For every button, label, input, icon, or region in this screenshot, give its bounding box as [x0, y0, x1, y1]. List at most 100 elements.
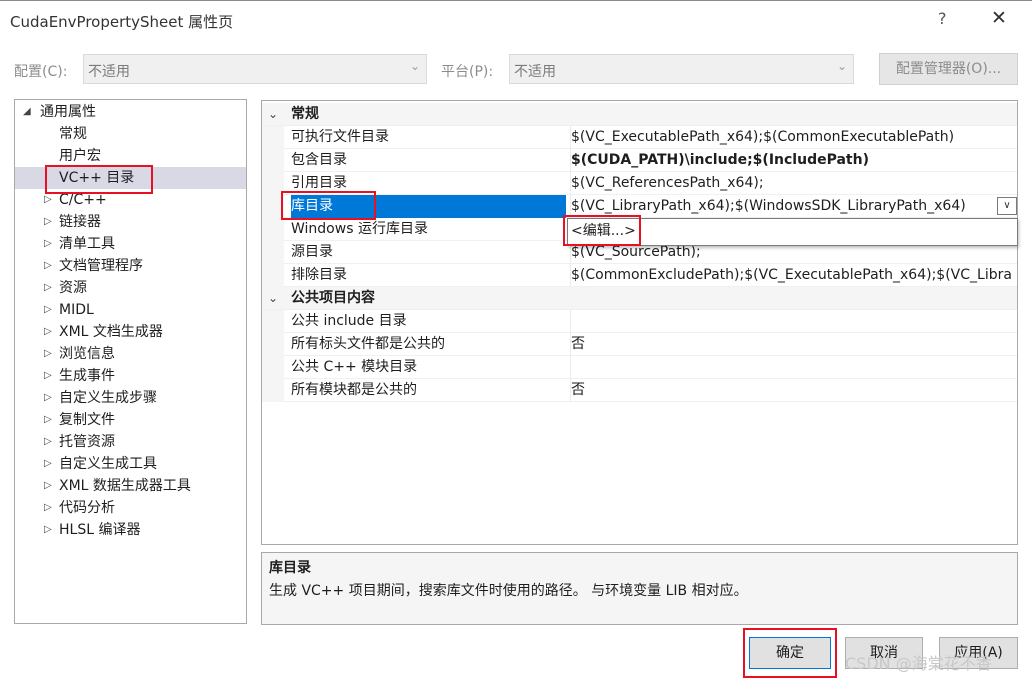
- tree-item-label: 自定义生成步骤: [59, 390, 157, 406]
- collapsed-icon: ▷: [44, 260, 52, 271]
- row-gutter: [262, 356, 284, 379]
- tree-item-label: 浏览信息: [59, 346, 115, 362]
- dropdown-button[interactable]: ∨: [997, 197, 1017, 215]
- platform-value: 不适用: [514, 64, 556, 80]
- description-title: 库目录: [269, 560, 311, 576]
- property-name: 所有模块都是公共的: [291, 382, 417, 398]
- property-row[interactable]: 所有标头文件都是公共的 否: [262, 333, 1017, 356]
- tree-item[interactable]: ▷ 自定义生成步骤: [15, 387, 246, 409]
- tree-item-label: XML 数据生成器工具: [59, 478, 191, 494]
- category-label: 常规: [291, 106, 319, 122]
- tree-item-label: HLSL 编译器: [59, 522, 141, 538]
- chevron-down-icon: ⌄: [409, 59, 420, 73]
- description-text: 生成 VC++ 项目期间，搜索库文件时使用的路径。 与环境变量 LIB 相对应。: [269, 583, 748, 599]
- expanded-icon: ◢: [23, 106, 31, 117]
- window-title: CudaEnvPropertySheet 属性页: [10, 13, 234, 31]
- tree-item[interactable]: ▷ 自定义生成工具: [15, 453, 246, 475]
- category-public[interactable]: ⌄ 公共项目内容: [262, 287, 1017, 310]
- property-value[interactable]: $(VC_ReferencesPath_x64);: [570, 172, 1017, 195]
- property-grid: ⌄ 常规 可执行文件目录 $(VC_ExecutablePath_x64);$(…: [261, 100, 1018, 545]
- tree-item[interactable]: ▷ XML 数据生成器工具: [15, 475, 246, 497]
- tree-item[interactable]: ▷ 托管资源: [15, 431, 246, 453]
- property-row[interactable]: 可执行文件目录 $(VC_ExecutablePath_x64);$(Commo…: [262, 126, 1017, 149]
- row-gutter: [262, 218, 284, 241]
- property-value: $(VC_LibraryPath_x64);$(WindowsSDK_Libra…: [571, 198, 966, 214]
- tree-item-selected[interactable]: VC++ 目录: [15, 167, 246, 189]
- collapsed-icon: ▷: [44, 326, 52, 337]
- property-row[interactable]: 公共 C++ 模块目录: [262, 356, 1017, 379]
- tree-item[interactable]: 常规: [15, 123, 246, 145]
- property-name: 公共 include 目录: [291, 313, 407, 329]
- collapsed-icon: ▷: [44, 502, 52, 513]
- tree-item[interactable]: ▷ 复制文件: [15, 409, 246, 431]
- property-row[interactable]: 引用目录 $(VC_ReferencesPath_x64);: [262, 172, 1017, 195]
- category-general[interactable]: ⌄ 常规: [262, 103, 1017, 126]
- tree-item-label: 生成事件: [59, 368, 115, 384]
- property-value[interactable]: 否: [570, 333, 1017, 356]
- chevron-down-icon: ⌄: [836, 59, 847, 73]
- tree-item[interactable]: ▷ MIDL: [15, 299, 246, 321]
- tree-item[interactable]: ▷ C/C++: [15, 189, 246, 211]
- collapsed-icon: ▷: [44, 436, 52, 447]
- property-value[interactable]: [570, 356, 1017, 379]
- tree-item[interactable]: ▷ 生成事件: [15, 365, 246, 387]
- tree-item[interactable]: ▷ 资源: [15, 277, 246, 299]
- help-icon[interactable]: ?: [938, 9, 947, 28]
- tree-item[interactable]: ▷ 文档管理程序: [15, 255, 246, 277]
- property-value[interactable]: [570, 310, 1017, 333]
- tree-root-label: 通用属性: [40, 104, 96, 120]
- property-value[interactable]: $(VC_ExecutablePath_x64);$(CommonExecuta…: [570, 126, 1017, 149]
- collapsed-icon: ▷: [44, 238, 52, 249]
- title-bar: CudaEnvPropertySheet 属性页 ? ✕: [0, 0, 1032, 40]
- platform-select[interactable]: 不适用 ⌄: [509, 54, 854, 84]
- category-label: 公共项目内容: [291, 290, 375, 306]
- tree-item[interactable]: ▷ 代码分析: [15, 497, 246, 519]
- tree-item[interactable]: ▷ 浏览信息: [15, 343, 246, 365]
- close-icon[interactable]: ✕: [991, 7, 1007, 29]
- row-gutter: [262, 264, 284, 287]
- row-gutter: [262, 333, 284, 356]
- config-select[interactable]: 不适用 ⌄: [83, 54, 427, 84]
- tree-item-label: 资源: [59, 280, 87, 296]
- tree-item-label: 链接器: [59, 214, 101, 230]
- description-pane: 库目录 生成 VC++ 项目期间，搜索库文件时使用的路径。 与环境变量 LIB …: [261, 552, 1018, 625]
- property-value-editor[interactable]: $(VC_LibraryPath_x64);$(WindowsSDK_Libra…: [570, 195, 1017, 218]
- tree-item-label: 托管资源: [59, 434, 115, 450]
- ok-button[interactable]: 确定: [749, 637, 831, 669]
- edit-option[interactable]: <编辑...>: [571, 223, 636, 239]
- tree-item[interactable]: 用户宏: [15, 145, 246, 167]
- tree-item[interactable]: ▷ 链接器: [15, 211, 246, 233]
- property-row[interactable]: 排除目录 $(CommonExcludePath);$(VC_Executabl…: [262, 264, 1017, 287]
- property-name: Windows 运行库目录: [291, 221, 428, 237]
- config-label: 配置(C):: [14, 64, 68, 80]
- tree-item[interactable]: ▷ HLSL 编译器: [15, 519, 246, 541]
- property-row[interactable]: 所有模块都是公共的 否: [262, 379, 1017, 402]
- tree-item-label: 自定义生成工具: [59, 456, 157, 472]
- property-row-selected[interactable]: 库目录 $(VC_LibraryPath_x64);$(WindowsSDK_L…: [262, 195, 1017, 218]
- property-tree: ◢ 通用属性 常规 用户宏 VC++ 目录 ▷ C/C++ ▷ 链接器 ▷ 清单工具 …: [14, 99, 247, 624]
- tree-item-label: 代码分析: [59, 500, 115, 516]
- collapsed-icon: ▷: [44, 348, 52, 359]
- property-value[interactable]: $(CommonExcludePath);$(VC_ExecutablePath…: [570, 264, 1017, 287]
- tree-item[interactable]: ▷ XML 文档生成器: [15, 321, 246, 343]
- property-row[interactable]: 公共 include 目录: [262, 310, 1017, 333]
- property-name: 排除目录: [291, 267, 347, 283]
- collapsed-icon: ▷: [44, 370, 52, 381]
- tree-item-label: 用户宏: [59, 148, 101, 164]
- row-gutter: [262, 172, 284, 195]
- row-gutter: [262, 149, 284, 172]
- property-name: 引用目录: [291, 175, 347, 191]
- property-value[interactable]: 否: [570, 379, 1017, 402]
- tree-root[interactable]: ◢ 通用属性: [15, 101, 246, 123]
- row-gutter: [262, 310, 284, 333]
- tree-item[interactable]: ▷ 清单工具: [15, 233, 246, 255]
- platform-label: 平台(P):: [441, 64, 494, 80]
- property-value[interactable]: $(CUDA_PATH)\include;$(IncludePath): [570, 149, 1017, 172]
- tree-item-label: MIDL: [59, 302, 94, 318]
- config-manager-button[interactable]: 配置管理器(O)...: [879, 53, 1018, 85]
- tree-item-label: 清单工具: [59, 236, 115, 252]
- chevron-down-icon: ⌄: [268, 291, 279, 305]
- property-row[interactable]: 包含目录 $(CUDA_PATH)\include;$(IncludePath): [262, 149, 1017, 172]
- chevron-down-icon: ⌄: [268, 107, 279, 121]
- collapsed-icon: ▷: [44, 282, 52, 293]
